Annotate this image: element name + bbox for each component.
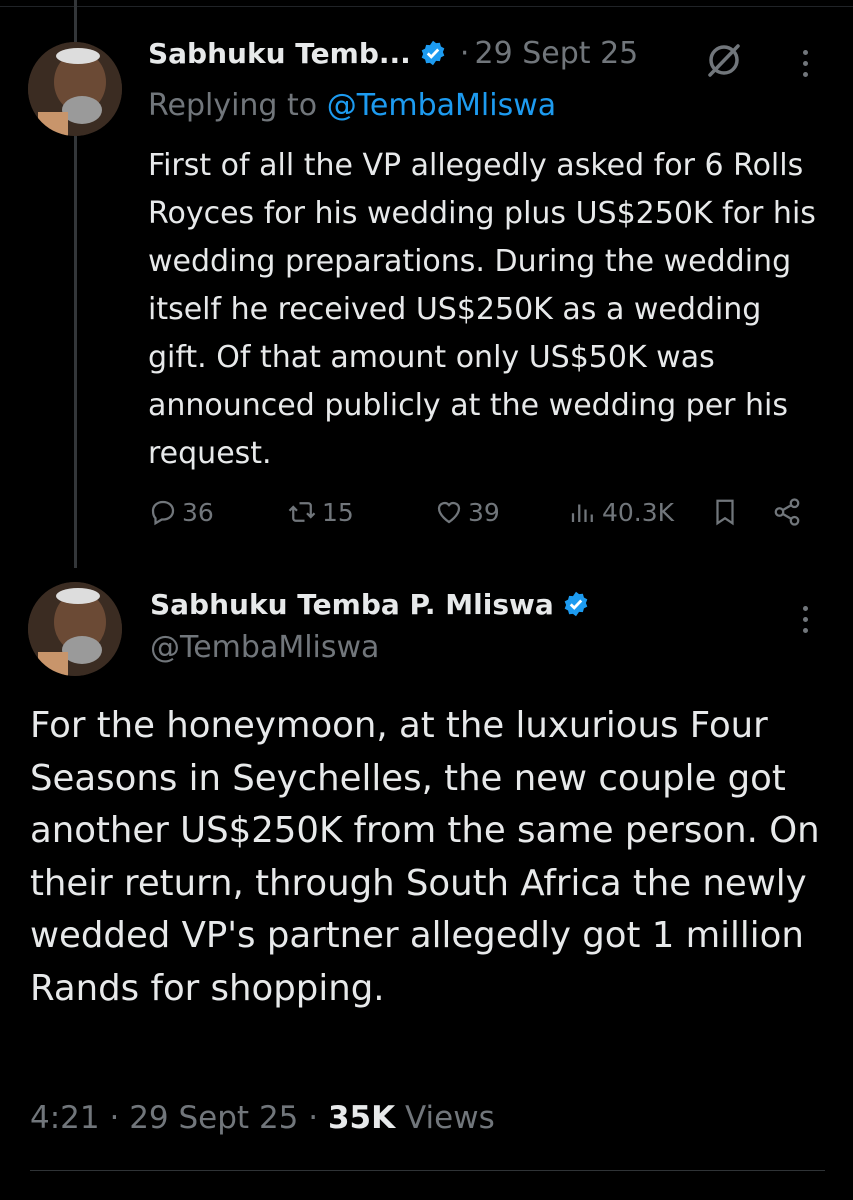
verified-badge-icon xyxy=(564,591,588,617)
top-divider xyxy=(0,6,853,7)
timestamp[interactable]: 29 Sept 25 xyxy=(475,36,639,71)
display-name[interactable]: Sabhuku Temb... xyxy=(148,37,411,70)
reply-icon xyxy=(151,500,175,526)
views-icon xyxy=(571,504,593,522)
main-avatar[interactable] xyxy=(28,582,122,676)
bookmark-icon[interactable] xyxy=(710,497,740,527)
repost-button[interactable]: 15 xyxy=(286,492,354,532)
action-bar: 36 15 39 40.3K xyxy=(0,492,853,532)
tweet-date[interactable]: 29 Sept 25 xyxy=(129,1100,298,1136)
views-button[interactable]: 40.3K xyxy=(568,492,674,532)
reply-count: 36 xyxy=(182,497,214,527)
reply-button[interactable]: 36 xyxy=(148,492,214,532)
main-author[interactable]: Sabhuku Temba P. Mliswa xyxy=(150,588,590,621)
tweet-time[interactable]: 4:21 xyxy=(30,1100,100,1136)
more-icon[interactable] xyxy=(800,50,810,83)
tweet-meta: 4:21 · 29 Sept 25 · 35K Views xyxy=(30,1100,495,1136)
views-label: Views xyxy=(405,1100,495,1136)
reply-header: Sabhuku Temb... · 29 Sept 25 xyxy=(148,36,638,71)
like-icon xyxy=(437,501,461,524)
avatar-image xyxy=(28,42,122,136)
views-count: 40.3K xyxy=(602,497,675,527)
avatar[interactable] xyxy=(28,42,122,136)
handle[interactable]: @TembaMliswa xyxy=(150,630,379,665)
separator: · xyxy=(459,36,470,71)
replying-prefix: Replying to xyxy=(148,88,318,123)
verified-badge-icon xyxy=(421,40,445,66)
separator: · xyxy=(308,1100,319,1136)
more-icon[interactable] xyxy=(800,606,810,639)
grok-icon[interactable] xyxy=(704,42,744,78)
separator: · xyxy=(109,1100,120,1136)
repost-count: 15 xyxy=(322,497,354,527)
replying-to: Replying to @TembaMliswa xyxy=(148,88,556,123)
main-text: For the honeymoon, at the luxurious Four… xyxy=(30,705,820,1009)
display-name[interactable]: Sabhuku Temba P. Mliswa xyxy=(150,588,554,621)
divider xyxy=(30,1170,825,1171)
share-icon[interactable] xyxy=(772,497,802,527)
like-button[interactable]: 39 xyxy=(434,492,500,532)
repost-icon xyxy=(288,502,316,522)
like-count: 39 xyxy=(468,497,500,527)
avatar-image xyxy=(28,582,122,676)
views-count: 35K xyxy=(327,1100,396,1136)
replying-handle[interactable]: @TembaMliswa xyxy=(327,88,556,123)
reply-text: First of all the VP allegedly asked for … xyxy=(148,148,816,471)
